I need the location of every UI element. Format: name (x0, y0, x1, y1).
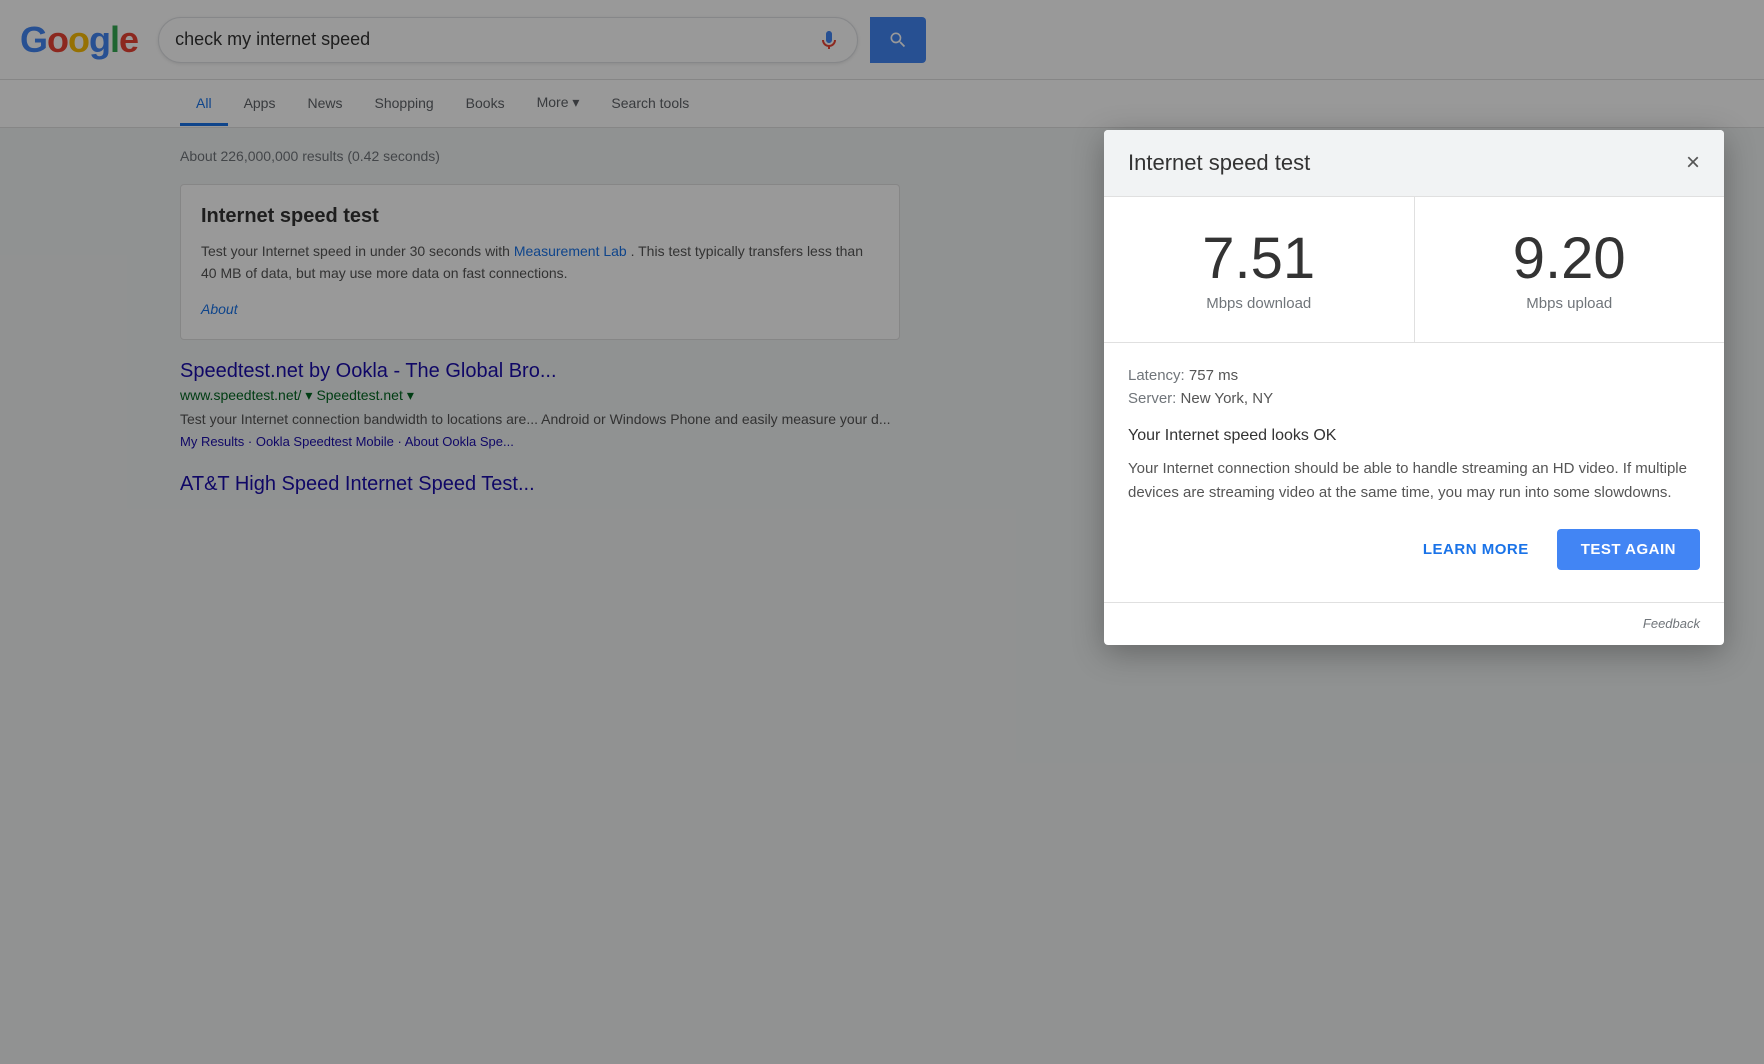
upload-label: Mbps upload (1435, 295, 1705, 312)
modal-actions: LEARN MORE TEST AGAIN (1128, 529, 1700, 578)
modal-body: Latency: 757 ms Server: New York, NY You… (1104, 343, 1724, 602)
modal-title: Internet speed test (1128, 150, 1310, 176)
modal-footer: Feedback (1104, 602, 1724, 645)
speed-test-modal: Internet speed test × 7.51 Mbps download… (1104, 130, 1724, 645)
modal-close-button[interactable]: × (1686, 151, 1700, 175)
feedback-link[interactable]: Feedback (1643, 616, 1700, 631)
status-description: Your Internet connection should be able … (1128, 457, 1700, 505)
server-label: Server: (1128, 390, 1176, 407)
latency-label: Latency: (1128, 367, 1185, 384)
learn-more-button[interactable]: LEARN MORE (1407, 531, 1545, 568)
download-metric: 7.51 Mbps download (1104, 197, 1415, 342)
download-value: 7.51 (1124, 227, 1394, 291)
upload-metric: 9.20 Mbps upload (1415, 197, 1725, 342)
test-again-button[interactable]: TEST AGAIN (1557, 529, 1700, 570)
download-label: Mbps download (1124, 295, 1394, 312)
modal-header: Internet speed test × (1104, 130, 1724, 197)
latency-info: Latency: 757 ms (1128, 367, 1700, 384)
status-ok: Your Internet speed looks OK (1128, 427, 1700, 445)
upload-value: 9.20 (1435, 227, 1705, 291)
speed-metrics: 7.51 Mbps download 9.20 Mbps upload (1104, 197, 1724, 343)
latency-server-info: Latency: 757 ms Server: New York, NY (1128, 367, 1700, 407)
server-info: Server: New York, NY (1128, 390, 1700, 407)
